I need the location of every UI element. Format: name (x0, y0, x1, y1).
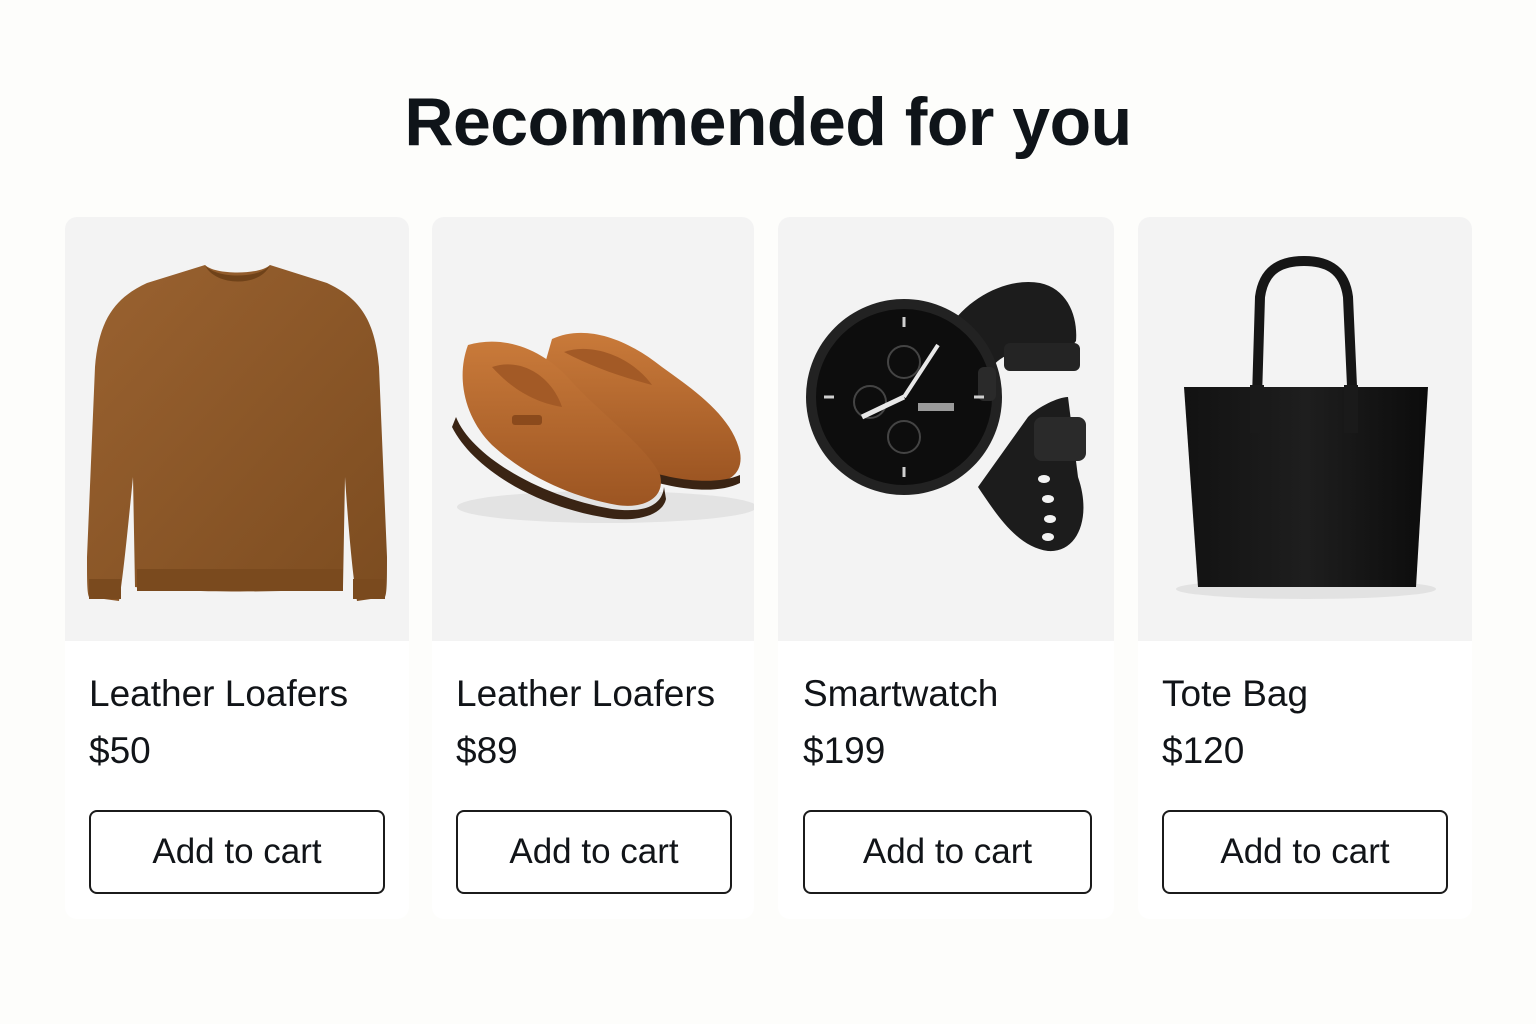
product-name[interactable]: Tote Bag (1162, 672, 1308, 716)
sweater-image (87, 265, 387, 601)
page-title: Recommended for you (404, 84, 1132, 160)
product-name[interactable]: Leather Loafers (89, 672, 348, 716)
product-image[interactable] (65, 217, 409, 641)
product-card[interactable]: Leather Loafers $89 Add to cart (432, 217, 754, 919)
product-price: $50 (89, 730, 151, 771)
product-price: $199 (803, 730, 886, 771)
product-name[interactable]: Smartwatch (803, 672, 998, 716)
product-image[interactable] (432, 217, 754, 641)
add-to-cart-button[interactable]: Add to cart (803, 810, 1092, 894)
add-to-cart-button[interactable]: Add to cart (456, 810, 732, 894)
product-name[interactable]: Leather Loafers (456, 672, 715, 716)
add-to-cart-button[interactable]: Add to cart (1162, 810, 1448, 894)
product-card[interactable]: Smartwatch $199 Add to cart (778, 217, 1114, 919)
add-to-cart-button[interactable]: Add to cart (89, 810, 385, 894)
product-card[interactable]: Leather Loafers $50 Add to cart (65, 217, 409, 919)
product-image[interactable] (778, 217, 1114, 641)
product-price: $120 (1162, 730, 1245, 771)
product-image[interactable] (1138, 217, 1472, 641)
product-card[interactable]: Tote Bag $120 Add to cart (1138, 217, 1472, 919)
smartwatch-image (806, 281, 1086, 552)
loafers-image (452, 332, 754, 523)
tote-bag-image (1176, 255, 1436, 599)
product-price: $89 (456, 730, 518, 771)
